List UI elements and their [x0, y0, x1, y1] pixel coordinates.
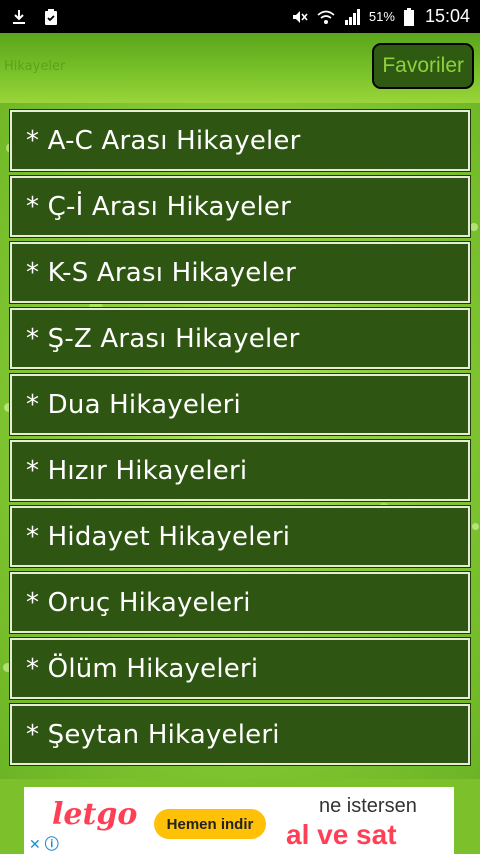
status-right-icons: 51% 15:04	[291, 6, 470, 27]
battery-percent: 51%	[368, 9, 395, 24]
decorative-dot	[470, 223, 478, 231]
ad-banner[interactable]: letgo Hemen indir ne istersen al ve sat	[0, 779, 480, 854]
favorites-button[interactable]: Favoriler	[372, 43, 474, 89]
wifi-icon	[317, 8, 335, 26]
decorative-dot	[472, 523, 479, 530]
ad-content[interactable]: letgo Hemen indir ne istersen al ve sat	[24, 787, 454, 854]
list-item[interactable]: * Dua Hikayeleri	[10, 374, 470, 435]
ad-subline: ne istersen	[319, 795, 417, 817]
status-clock: 15:04	[424, 6, 470, 26]
list-item[interactable]: * Ç-İ Arası Hikayeler	[10, 176, 470, 237]
ad-headline: al ve sat	[286, 819, 397, 850]
mute-icon	[291, 8, 309, 26]
list-item[interactable]: * Hidayet Hikayeleri	[10, 506, 470, 567]
list-item[interactable]: * K-S Arası Hikayeler	[10, 242, 470, 303]
status-left-icons	[10, 8, 60, 26]
ad-choices[interactable]: ✕ ⓘ	[26, 836, 68, 854]
info-icon[interactable]: ⓘ	[45, 838, 59, 852]
close-icon[interactable]: ✕	[29, 838, 41, 852]
clipboard-icon	[42, 8, 60, 26]
list-item[interactable]: * Şeytan Hikayeleri	[10, 704, 470, 765]
download-icon	[10, 8, 28, 26]
list-item[interactable]: * Ş-Z Arası Hikayeler	[10, 308, 470, 369]
ad-logo: letgo	[52, 797, 138, 832]
toolbar-title: Hikayeler	[4, 59, 66, 74]
list-item[interactable]: * Oruç Hikayeleri	[10, 572, 470, 633]
list-item[interactable]: * Ölüm Hikayeleri	[10, 638, 470, 699]
main-content: * A-C Arası Hikayeler * Ç-İ Arası Hikaye…	[0, 103, 480, 779]
battery-icon	[403, 7, 415, 26]
list-item[interactable]: * A-C Arası Hikayeler	[10, 110, 470, 171]
ad-install-button[interactable]: Hemen indir	[154, 809, 266, 839]
list-item[interactable]: * Hızır Hikayeleri	[10, 440, 470, 501]
signal-icon	[343, 8, 361, 26]
app-toolbar: Hikayeler Favoriler	[0, 33, 480, 103]
status-bar: 51% 15:04	[0, 0, 480, 33]
